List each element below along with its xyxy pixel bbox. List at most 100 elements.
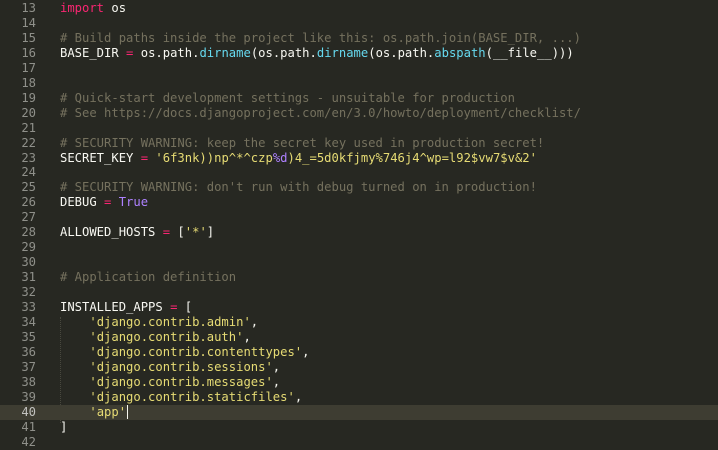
- code-line[interactable]: 21: [0, 121, 718, 136]
- code-line[interactable]: 28 ALLOWED_HOSTS = ['*']: [0, 225, 718, 240]
- code-token: ,: [272, 374, 281, 389]
- code-token: 'django.contrib.admin': [89, 314, 251, 329]
- code-line[interactable]: 13 import os: [0, 1, 718, 16]
- line-code: import os: [60, 1, 126, 16]
- code-line[interactable]: 31 # Application definition: [0, 270, 718, 285]
- code-line[interactable]: 18: [0, 76, 718, 91]
- code-line[interactable]: 17: [0, 61, 718, 76]
- line-number: 34: [21, 314, 36, 329]
- code-token: BASE_DIR: [60, 45, 127, 60]
- code-line[interactable]: 32: [0, 285, 718, 300]
- code-line[interactable]: 15 # Build paths inside the project like …: [0, 31, 718, 46]
- code-token: 'django.contrib.contenttypes': [89, 344, 303, 359]
- code-token: os.path.: [133, 45, 200, 60]
- line-code: 'app': [60, 404, 129, 420]
- code-line[interactable]: 42: [0, 435, 718, 450]
- line-code: # SECURITY WARNING: keep the secret key …: [60, 136, 544, 151]
- code-token: True: [118, 195, 149, 210]
- line-number: 35: [21, 329, 36, 344]
- line-number: 17: [21, 60, 36, 75]
- code-token: ,: [250, 314, 259, 329]
- code-line[interactable]: 19 # Quick-start development settings - u…: [0, 91, 718, 106]
- code-line[interactable]: 34 'django.contrib.admin',: [0, 315, 718, 330]
- code-line[interactable]: 20 # See https://docs.djangoproject.com/e…: [0, 106, 718, 121]
- code-line[interactable]: 22 # SECURITY WARNING: keep the secret ke…: [0, 136, 718, 151]
- code-line[interactable]: 23 SECRET_KEY = '6f3nk))np^*^czp%d)4_=5d0…: [0, 151, 718, 166]
- line-number: 38: [21, 374, 36, 389]
- code-line[interactable]: 39 'django.contrib.staticfiles',: [0, 390, 718, 405]
- line-code: 'django.contrib.staticfiles',: [60, 390, 302, 405]
- code-token: [: [177, 300, 193, 314]
- code-token: 'django.contrib.auth': [89, 329, 244, 344]
- line-number: 27: [21, 210, 36, 225]
- code-token: ]: [60, 419, 68, 434]
- line-number: 25: [21, 180, 36, 195]
- code-token: # See https://docs.djangoproject.com/en/…: [60, 105, 581, 120]
- line-code: ALLOWED_HOSTS = ['*']: [60, 225, 214, 240]
- code-token: INSTALLED_APPS: [60, 300, 171, 314]
- code-editor[interactable]: 13 import os 14 15 # Build paths inside the …: [0, 0, 718, 450]
- code-line[interactable]: 35 'django.contrib.auth',: [0, 330, 718, 345]
- line-number: 41: [21, 419, 36, 434]
- code-line[interactable]: 38 'django.contrib.messages',: [0, 375, 718, 390]
- line-code: ]: [60, 420, 67, 435]
- line-number: 33: [21, 300, 36, 314]
- line-code: 'django.contrib.contenttypes',: [60, 344, 310, 360]
- code-token: ,: [302, 344, 310, 359]
- code-line[interactable]: 29: [0, 240, 718, 255]
- line-code: 'django.contrib.messages',: [60, 375, 280, 390]
- code-line[interactable]: 14: [0, 16, 718, 31]
- code-line[interactable]: 16 BASE_DIR = os.path.dirname(os.path.dir…: [0, 46, 718, 61]
- line-number: 18: [21, 75, 36, 90]
- line-number: 29: [21, 240, 36, 255]
- code-line[interactable]: 24: [0, 165, 718, 180]
- line-number: 39: [21, 389, 36, 404]
- code-token: ALLOWED_HOSTS: [60, 225, 163, 240]
- code-token: =: [162, 225, 171, 240]
- code-line[interactable]: 41]: [0, 420, 718, 435]
- code-token: import: [60, 1, 105, 15]
- line-number: 31: [21, 270, 36, 285]
- line-code: BASE_DIR = os.path.dirname(os.path.dirna…: [60, 46, 574, 61]
- code-line[interactable]: 37 'django.contrib.sessions',: [0, 360, 718, 375]
- line-code: # See https://docs.djangoproject.com/en/…: [60, 106, 581, 121]
- code-token: # SECURITY WARNING: don't run with debug…: [60, 180, 537, 195]
- code-token: (__file__))): [485, 45, 574, 60]
- text-cursor: [127, 404, 129, 419]
- code-line[interactable]: 26 DEBUG = True: [0, 195, 718, 210]
- line-number: 28: [21, 225, 36, 240]
- line-code: 'django.contrib.auth',: [60, 329, 251, 345]
- code-line[interactable]: 30: [0, 255, 718, 270]
- code-token: os: [104, 1, 127, 15]
- code-token: 'django.contrib.sessions': [89, 359, 273, 374]
- code-line[interactable]: 27: [0, 210, 718, 225]
- code-line[interactable]: 25 # SECURITY WARNING: don't run with deb…: [0, 180, 718, 195]
- code-token: # Build paths inside the project like th…: [60, 30, 581, 45]
- code-token: # SECURITY WARNING: keep the secret key …: [60, 135, 545, 150]
- line-number: 40: [21, 404, 36, 419]
- line-code: # Build paths inside the project like th…: [60, 31, 581, 46]
- line-code: # SECURITY WARNING: don't run with debug…: [60, 180, 537, 195]
- code-line[interactable]: 33 INSTALLED_APPS = [: [0, 300, 718, 315]
- code-token: dirname: [316, 45, 369, 60]
- code-line[interactable]: 36 'django.contrib.contenttypes',: [0, 345, 718, 360]
- code-token: %d: [272, 150, 288, 165]
- code-token: '*': [184, 225, 207, 240]
- line-number: 13: [21, 1, 36, 15]
- line-number: 36: [21, 344, 36, 359]
- code-token: '6f3nk))np^*^czp: [155, 150, 273, 165]
- line-number: 42: [21, 434, 36, 449]
- line-code: SECRET_KEY = '6f3nk))np^*^czp%d)4_=5d0kf…: [60, 151, 537, 166]
- code-line[interactable]: 40 'app': [0, 404, 718, 420]
- line-number: 30: [21, 255, 36, 270]
- code-token: ,: [243, 329, 251, 344]
- line-number: 24: [21, 165, 36, 180]
- line-number: 23: [21, 150, 36, 165]
- line-code: # Quick-start development settings - uns…: [60, 91, 515, 106]
